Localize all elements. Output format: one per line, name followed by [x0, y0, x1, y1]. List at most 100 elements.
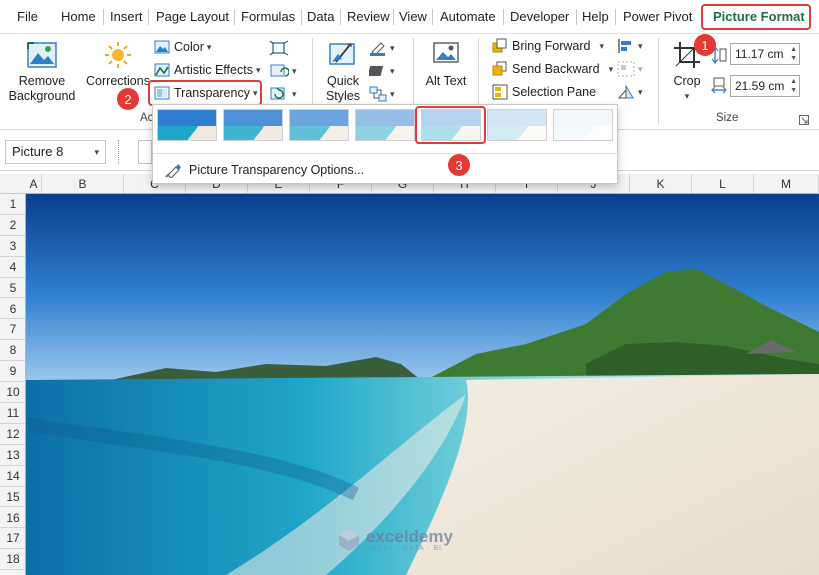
row-header[interactable]: 11: [0, 403, 26, 424]
picture-layout-button[interactable]: ▾: [369, 86, 395, 102]
preset-thumbnail: [158, 110, 216, 140]
row-header[interactable]: 4: [0, 257, 26, 278]
sun-icon: [105, 42, 131, 68]
row-header[interactable]: 2: [0, 215, 26, 236]
tab-automate[interactable]: Automate: [440, 9, 496, 24]
tab-separator: [340, 9, 341, 25]
picture-effects-button[interactable]: ▾: [369, 63, 395, 79]
reset-picture-icon: [270, 87, 285, 100]
corrections-button[interactable]: Corrections: [86, 40, 150, 89]
color-button[interactable]: Color ▾: [154, 40, 211, 54]
column-header[interactable]: B: [42, 174, 124, 194]
bring-forward-label: Bring Forward: [512, 39, 591, 53]
remove-background-button[interactable]: Remove Background: [6, 40, 78, 104]
chevron-down-icon: ▾: [608, 63, 614, 74]
row-header[interactable]: 7: [0, 319, 26, 341]
height-value: 11.17 cm: [735, 47, 784, 61]
tab-home[interactable]: Home: [61, 9, 96, 24]
dialog-launcher-icon[interactable]: [799, 115, 809, 125]
transparency-preset-95[interactable]: [553, 109, 613, 141]
row-header[interactable]: 1: [0, 194, 26, 215]
tab-page-layout[interactable]: Page Layout: [156, 9, 229, 24]
width-input[interactable]: 21.59 cm ▲ ▼: [730, 75, 800, 97]
formula-bar-divider: [118, 140, 122, 164]
tab-file[interactable]: File: [17, 9, 38, 24]
name-box[interactable]: Picture 8 ▾: [5, 140, 106, 164]
compress-pictures-button[interactable]: [269, 40, 289, 56]
align-button[interactable]: ▾: [617, 38, 643, 54]
row-header[interactable]: 8: [0, 340, 26, 362]
row-header[interactable]: 9: [0, 361, 26, 383]
column-header[interactable]: M: [754, 174, 819, 194]
tab-power-pivot[interactable]: Power Pivot: [623, 9, 692, 24]
rotate-button[interactable]: ▾: [617, 84, 643, 100]
transparency-preset-30[interactable]: [289, 109, 349, 141]
alt-text-button[interactable]: Alt Text: [424, 40, 468, 89]
quick-styles-button[interactable]: Quick Styles: [318, 40, 368, 104]
row-header[interactable]: 12: [0, 424, 26, 445]
row-header[interactable]: 16: [0, 508, 26, 529]
row-header[interactable]: 17: [0, 528, 26, 550]
tab-review[interactable]: Review: [347, 9, 390, 24]
change-picture-button[interactable]: ▾: [269, 63, 297, 79]
transparency-preset-50[interactable]: [355, 109, 415, 141]
shape-width-icon: [711, 77, 727, 94]
send-backward-label: Send Backward: [512, 62, 600, 76]
tab-help[interactable]: Help: [582, 9, 609, 24]
transparency-preset-80[interactable]: [487, 109, 547, 141]
compress-pictures-icon: [269, 40, 289, 56]
beach-picture[interactable]: exceldemy EXCEL · DATA · BI: [25, 193, 819, 575]
exceldemy-watermark: exceldemy EXCEL · DATA · BI: [336, 527, 453, 553]
transparency-preset-15[interactable]: [223, 109, 283, 141]
quick-styles-icon: [329, 43, 355, 65]
tab-formulas[interactable]: Formulas: [241, 9, 295, 24]
height-input[interactable]: 11.17 cm ▲ ▼: [730, 43, 800, 65]
spin-arrows-icon[interactable]: ▲ ▼: [790, 77, 797, 95]
tab-separator: [148, 9, 149, 25]
row-header[interactable]: 3: [0, 236, 26, 257]
preset-thumbnail: [356, 110, 414, 140]
row-header[interactable]: 10: [0, 382, 26, 403]
chevron-down-icon: ▾: [292, 88, 297, 99]
selection-pane-button[interactable]: Selection Pane: [492, 84, 596, 100]
watermark-name: exceldemy: [366, 527, 453, 546]
artistic-effects-button[interactable]: Artistic Effects ▾: [154, 63, 261, 77]
tab-separator: [234, 9, 235, 25]
picture-transparency-options-item[interactable]: Picture Transparency Options...: [165, 160, 364, 180]
remove-background-label: Remove Background: [8, 74, 76, 103]
row-header[interactable]: 18: [0, 549, 26, 571]
row-header[interactable]: 14: [0, 466, 26, 487]
row-header[interactable]: 5: [0, 278, 26, 299]
chevron-down-icon: ▾: [638, 86, 643, 97]
send-backward-button[interactable]: Send Backward ▾: [492, 61, 613, 77]
preset-thumbnail: [488, 110, 546, 140]
tab-data[interactable]: Data: [307, 9, 334, 24]
group-objects-button[interactable]: ▾: [617, 61, 643, 77]
spin-arrows-icon[interactable]: ▲ ▼: [790, 45, 797, 63]
picture-border-button[interactable]: ▾: [369, 40, 395, 56]
row-header[interactable]: 13: [0, 445, 26, 466]
tab-insert[interactable]: Insert: [110, 9, 143, 24]
column-header[interactable]: L: [692, 174, 754, 194]
tab-developer[interactable]: Developer: [510, 9, 569, 24]
column-header[interactable]: A: [26, 174, 42, 194]
callout-badge-2: 2: [117, 88, 139, 110]
row-header[interactable]: 15: [0, 487, 26, 508]
name-box-value: Picture 8: [12, 144, 64, 159]
tab-separator: [615, 9, 616, 25]
remove-background-icon: [27, 42, 57, 68]
formula-input[interactable]: [138, 140, 152, 164]
tab-view[interactable]: View: [399, 9, 427, 24]
transparency-preset-0[interactable]: [157, 109, 217, 141]
column-header[interactable]: K: [630, 174, 692, 194]
ribbon-tab-bar: File Home Insert Page Layout Formulas Da…: [0, 0, 819, 34]
group-objects-icon: [617, 61, 635, 77]
watermark-tagline: EXCEL · DATA · BI: [366, 545, 442, 552]
bring-forward-button[interactable]: Bring Forward ▾: [492, 38, 604, 54]
alt-text-label: Alt Text: [425, 74, 467, 88]
row-header[interactable]: 6: [0, 299, 26, 320]
pen-icon: [370, 42, 385, 56]
reset-picture-button[interactable]: ▾: [269, 86, 297, 102]
chevron-down-icon: ▾: [599, 40, 605, 51]
picture-effects-icon: [369, 66, 384, 76]
